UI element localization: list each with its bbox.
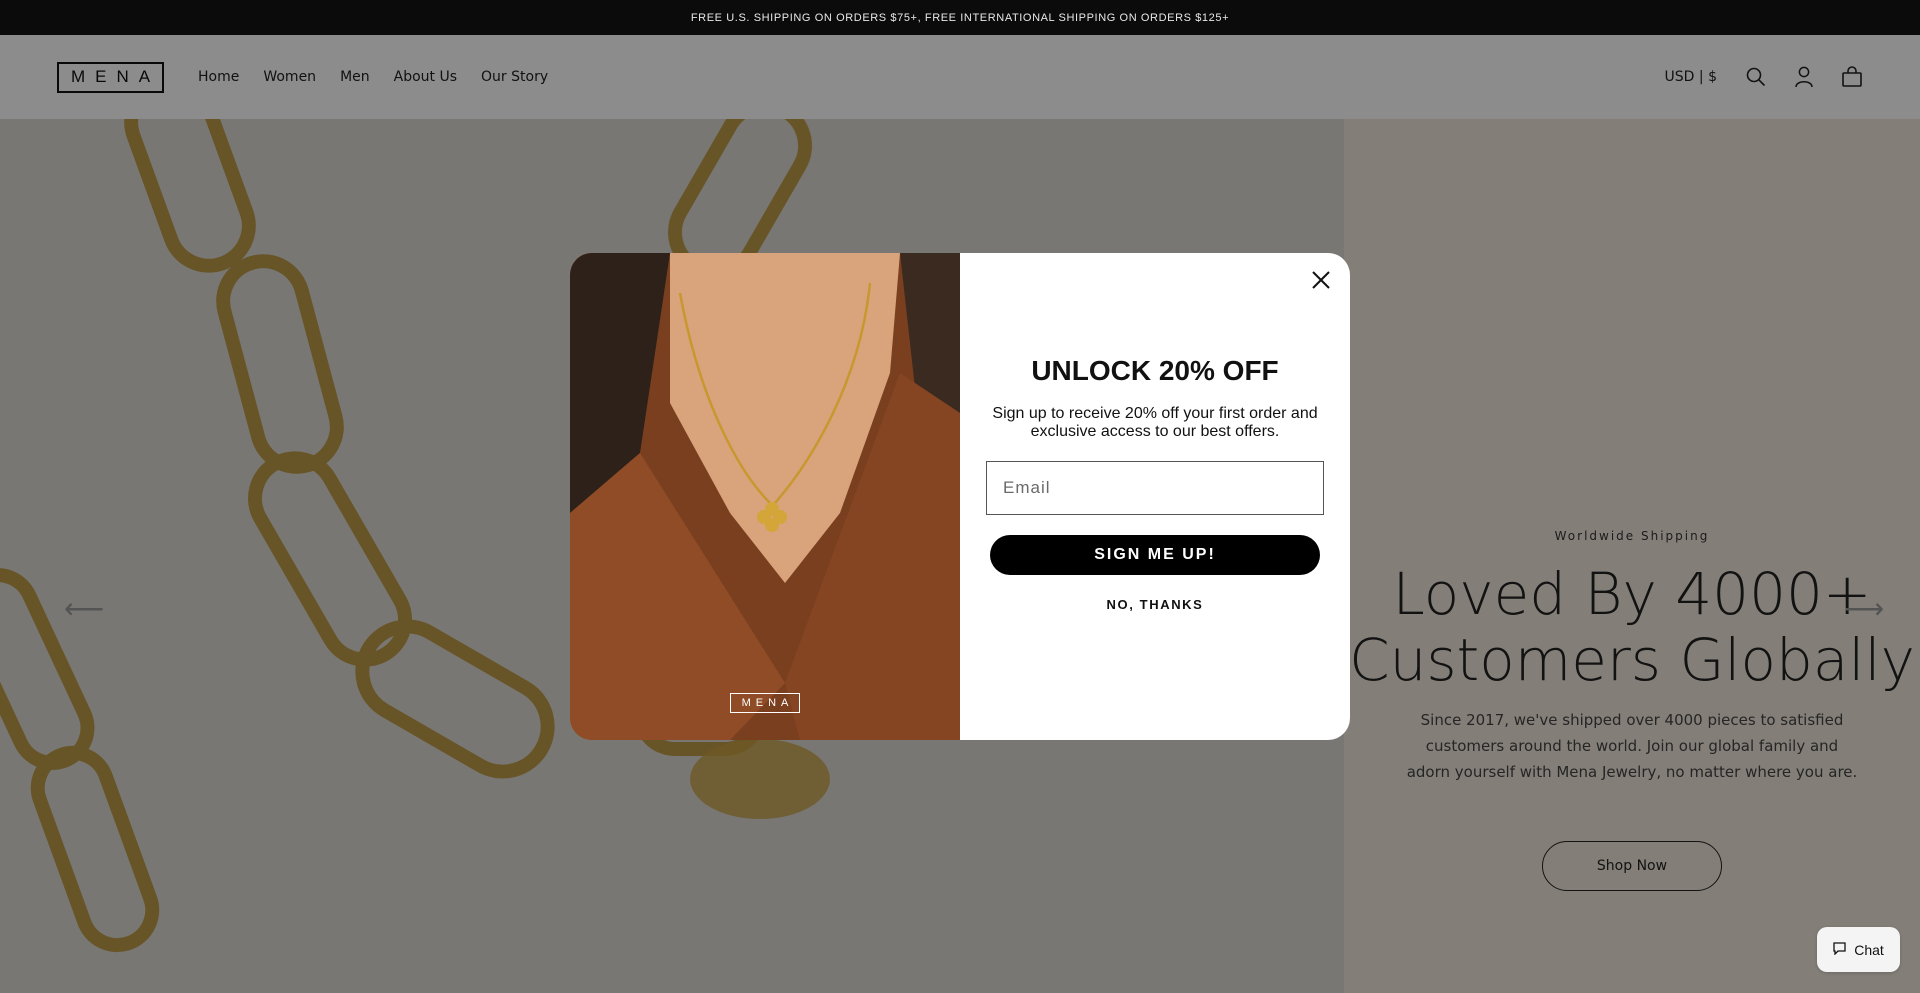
no-thanks-button[interactable]: NO, THANKS [960,597,1350,612]
chat-label: Chat [1854,941,1884,958]
email-field[interactable] [986,461,1324,515]
chat-button[interactable]: Chat [1817,927,1900,972]
sign-up-button[interactable]: SIGN ME UP! [990,535,1320,575]
signup-popup: MENA UNLOCK 20% OFF Sign up to receive 2… [570,253,1350,740]
popup-image-logo: MENA [730,693,800,713]
popup-image-necklace: MENA [570,253,960,740]
announcement-text: FREE U.S. SHIPPING ON ORDERS $75+, FREE … [690,11,1230,24]
close-icon[interactable] [1308,267,1334,293]
popup-heading: UNLOCK 20% OFF [1031,355,1279,386]
popup-form: UNLOCK 20% OFF Sign up to receive 20% of… [960,253,1350,740]
popup-logo-text: MENA [741,697,794,709]
popup-description: Sign up to receive 20% off your first or… [992,405,1318,440]
announcement-bar: FREE U.S. SHIPPING ON ORDERS $75+, FREE … [0,0,1920,35]
chat-bubble-icon [1833,941,1846,958]
